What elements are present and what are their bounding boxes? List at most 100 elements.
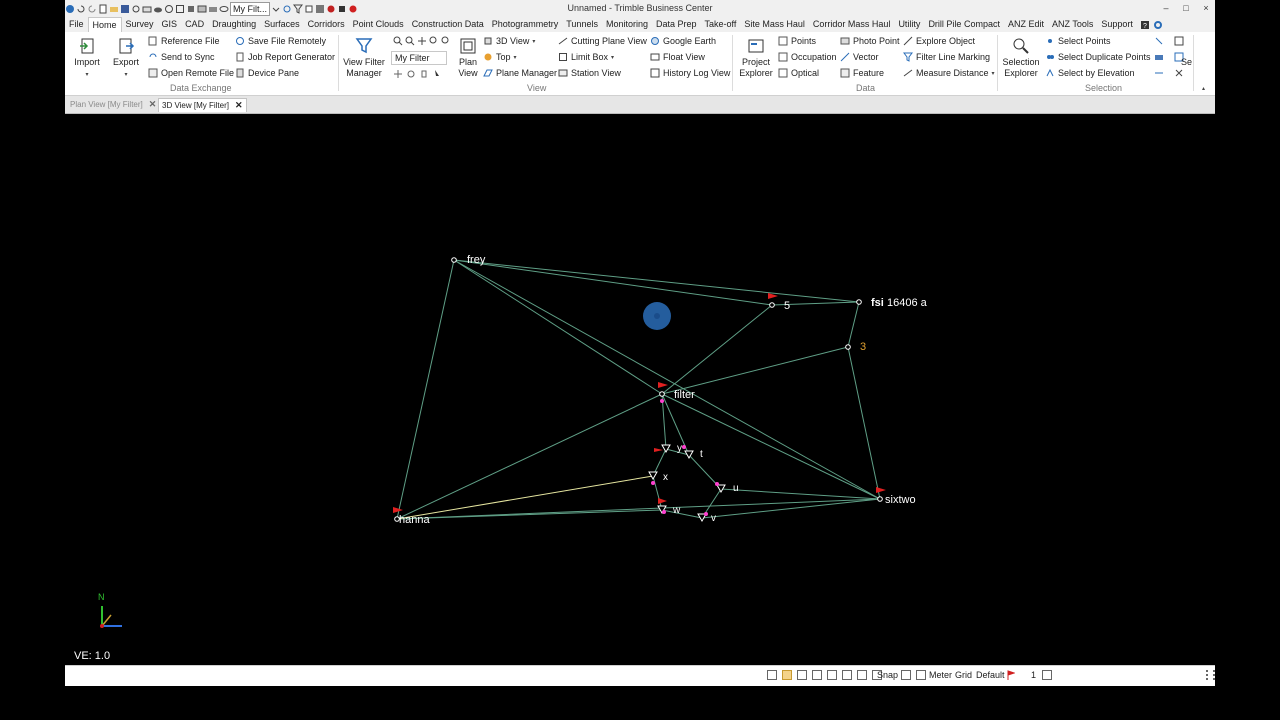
invert-selection-icon[interactable] [1154,68,1164,78]
reference-file-button[interactable]: Reference File [148,36,220,46]
marker-sixtwo[interactable] [877,496,883,502]
points-button[interactable]: Points [778,36,816,46]
menu-anz-tools[interactable]: ANZ Tools [1048,17,1097,32]
chevron-down-icon[interactable] [271,4,281,14]
units-button[interactable]: Meter [929,670,952,680]
tab-3d-view[interactable]: 3D View [My Filter] ✕ [158,98,247,112]
undo-icon[interactable] [76,4,86,14]
float-view-button[interactable]: Float View [650,52,705,62]
snap-button[interactable]: Snap [877,670,898,680]
snap-active-icon[interactable] [782,670,792,680]
view-filter-manager-button[interactable]: View Filter Manager [343,37,385,79]
image-icon[interactable] [197,4,207,14]
menu-point-clouds[interactable]: Point Clouds [349,17,408,32]
settings-icon[interactable] [131,4,141,14]
google-earth-button[interactable]: Google Earth [650,36,716,46]
export-button[interactable]: Export ▾ [110,37,142,81]
resize-grip-icon[interactable] [1206,670,1215,680]
marker-x[interactable] [648,471,658,481]
marker-fsi[interactable] [856,299,862,305]
pan-icon[interactable] [417,36,427,46]
rectangle-tool-icon[interactable] [175,4,185,14]
selection-explorer-button[interactable]: Selection Explorer [1001,37,1041,79]
top-view-button[interactable]: Top ▾ [483,52,517,62]
3d-view-button[interactable]: 3D View ▾ [483,36,535,46]
menu-surfaces[interactable]: Surfaces [260,17,304,32]
help-icon[interactable]: ? [1140,20,1150,30]
snap-zoom-icon[interactable] [797,670,807,680]
marker-p5[interactable] [769,302,775,308]
snap-mode-icon[interactable] [767,670,777,680]
menu-tunnels[interactable]: Tunnels [562,17,602,32]
station-view-button[interactable]: Station View [558,68,621,78]
maximize-button[interactable]: □ [1179,1,1193,15]
menu-photogrammetry[interactable]: Photogrammetry [488,17,563,32]
select-box-icon[interactable] [1174,36,1184,46]
layer-icon[interactable] [186,4,196,14]
grid-button[interactable]: Grid [955,670,972,680]
3d-viewport[interactable]: frey 5 fsi 16406 a 3 filter y t x u w v … [65,114,1215,665]
record-icon[interactable] [326,4,336,14]
close-icon[interactable]: ✕ [235,99,243,112]
collapse-ribbon-button[interactable]: ▴ [1202,85,1205,92]
zoom-window-icon[interactable] [441,36,451,46]
menu-gis[interactable]: GIS [158,17,182,32]
default-button[interactable]: Default [976,670,1005,680]
menu-data-prep[interactable]: Data Prep [652,17,701,32]
menu-file[interactable]: File [65,17,88,32]
menu-monitoring[interactable]: Monitoring [602,17,652,32]
options-gear-icon[interactable] [1153,20,1163,30]
selection-count-icon[interactable] [1042,670,1054,680]
select-tool-icon[interactable] [1154,36,1164,46]
snap-grid-icon[interactable] [827,670,837,680]
marker-frey[interactable] [451,257,457,263]
flag-status-icon[interactable] [1007,670,1015,680]
hand-icon[interactable] [419,69,429,79]
menu-survey[interactable]: Survey [122,17,158,32]
open-remote-file-button[interactable]: Open Remote File [148,68,234,78]
print-icon[interactable] [142,4,152,14]
funnel-icon[interactable] [293,4,303,14]
pointer-icon[interactable] [432,69,442,79]
selection-overflow[interactable]: Se [1181,57,1192,67]
snap-point-icon[interactable] [812,670,822,680]
menu-site-mass-haul[interactable]: Site Mass Haul [740,17,809,32]
cloud-icon[interactable] [153,4,163,14]
limit-box-button[interactable]: Limit Box ▾ [558,52,614,62]
redo-icon[interactable] [87,4,97,14]
save-file-remotely-button[interactable]: Save File Remotely [235,36,326,46]
select-layer-icon[interactable] [1154,52,1164,62]
minimize-button[interactable]: – [1159,1,1173,15]
job-report-generator-button[interactable]: Job Report Generator [235,52,335,62]
project-explorer-button[interactable]: Project Explorer [736,37,776,79]
measure-distance-button[interactable]: Measure Distance ▾ [903,68,995,78]
menu-support[interactable]: Support [1097,17,1137,32]
menu-draughting[interactable]: Draughting [208,17,260,32]
close-button[interactable]: × [1199,1,1213,15]
tab-plan-view[interactable]: Plan View [My Filter] ✕ [67,98,159,111]
import-button[interactable]: Import ▾ [71,37,103,81]
new-icon[interactable] [98,4,108,14]
plan-view-button[interactable]: Plan View [454,37,482,79]
map-icon[interactable] [901,670,911,680]
menu-corridors[interactable]: Corridors [304,17,349,32]
filter-line-marking-button[interactable]: Filter Line Marking [903,52,990,62]
snap-endpoint-icon[interactable] [842,670,852,680]
select-duplicate-points-button[interactable]: Select Duplicate Points [1045,52,1151,62]
app-logo-icon[interactable] [65,4,75,14]
zoom-out-icon[interactable] [405,36,415,46]
menu-utility[interactable]: Utility [894,17,924,32]
circle-tool-icon[interactable] [164,4,174,14]
explore-object-button[interactable]: Explore Object [903,36,975,46]
stack-icon[interactable] [315,4,325,14]
send-to-sync-button[interactable]: Send to Sync [148,52,215,62]
plane-manager-button[interactable]: Plane Manager [483,68,557,78]
filter-select[interactable]: My Filter [391,51,447,65]
select-points-button[interactable]: Select Points [1045,36,1111,46]
photo-point-button[interactable]: Photo Point [840,36,900,46]
marker-filter[interactable] [659,391,665,397]
open-icon[interactable] [109,4,119,14]
select-by-elevation-button[interactable]: Select by Elevation [1045,68,1135,78]
menu-home[interactable]: Home [87,17,122,32]
zoom-in-icon[interactable] [393,36,403,46]
